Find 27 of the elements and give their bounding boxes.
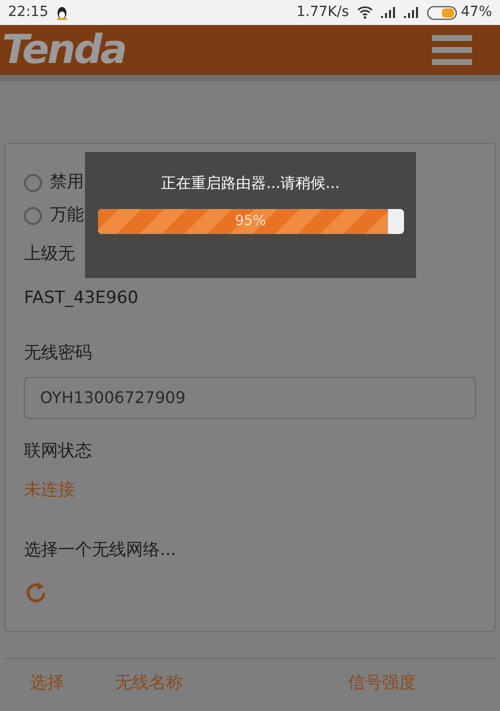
field-label: 无线密码: [24, 342, 93, 365]
field-label: 联网状态: [24, 440, 93, 462]
radio-button[interactable]: [24, 174, 42, 192]
signal-icon: [404, 7, 419, 18]
penguin-icon: [56, 6, 68, 20]
status-time: 22:15: [8, 3, 48, 22]
battery-icon: [426, 6, 457, 20]
column-header: 信号强度: [348, 672, 416, 695]
radio-button[interactable]: [24, 206, 42, 224]
network-speed: 1.77K/s: [296, 3, 349, 22]
radio-label: 万能: [50, 204, 84, 227]
menu-icon[interactable]: [432, 35, 472, 65]
network-prompt: 选择一个无线网络...: [24, 538, 178, 562]
password-field[interactable]: OYH13006727909: [24, 376, 476, 418]
radio-label: 禁用: [50, 170, 84, 194]
refresh-icon[interactable]: [24, 581, 48, 605]
column-header: 选择: [30, 672, 65, 695]
connection-status: 未连接: [24, 479, 76, 502]
network-name: FAST_43E960: [24, 286, 140, 310]
column-header: 无线名称: [115, 672, 184, 695]
battery-percent: 47%: [460, 3, 492, 22]
wifi-icon: [356, 6, 373, 19]
signal-icon: [380, 7, 396, 18]
logo: Tenda: [2, 30, 126, 70]
field-label: 上级无: [24, 243, 76, 266]
progress-reading: 95%: [234, 212, 268, 230]
dialog-message: 正在重启路由器...请稍候...: [161, 173, 340, 194]
